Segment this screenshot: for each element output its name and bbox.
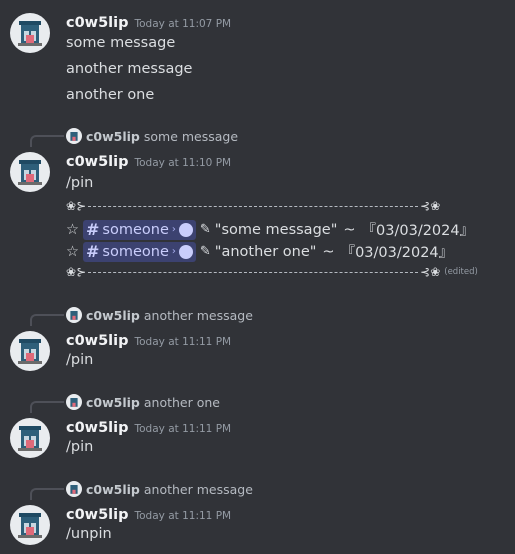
avatar[interactable] <box>10 418 50 458</box>
avatar[interactable] <box>10 152 50 192</box>
separator-top: ❀ ⊱ ⊰ ❀ <box>66 199 440 213</box>
star-icon: ☆ <box>66 243 79 260</box>
channel-mention[interactable]: # someone › <box>83 219 196 240</box>
channel-mention[interactable]: # someone › <box>83 241 196 262</box>
channel-name: someone <box>102 243 169 260</box>
username[interactable]: c0w5lip <box>66 333 129 349</box>
username[interactable]: c0w5lip <box>66 420 129 436</box>
reply-spine <box>30 401 64 413</box>
hook-icon: ⊰ <box>420 265 431 279</box>
message-text: /unpin <box>66 526 112 542</box>
pin-entry: ☆ # someone › ✎ "another one" ~ 『03/03/2… <box>66 241 453 262</box>
separator-bottom: ❀ ⊱ ⊰ ❀ (edited) <box>66 265 478 279</box>
reply-preview[interactable]: c0w5lip another message <box>66 481 253 497</box>
pencil-icon: ✎ <box>199 244 211 259</box>
pin-entry: ☆ # someone › ✎ "some message" ~ 『03/03/… <box>66 219 474 240</box>
reply-spine <box>30 314 64 326</box>
reply-avatar <box>66 128 82 144</box>
reply-username[interactable]: c0w5lip <box>86 129 140 144</box>
message-text: /pin <box>66 439 94 455</box>
thread-bubble-icon <box>178 222 193 237</box>
avatar[interactable] <box>10 505 50 545</box>
message-text: another one <box>66 87 155 103</box>
message-header: c0w5lip Today at 11:11 PM <box>66 504 231 523</box>
hook-icon: ⊰ <box>420 199 431 213</box>
star-icon: ☆ <box>66 221 79 238</box>
message-header: c0w5lip Today at 11:07 PM <box>66 12 231 31</box>
message-text: another message <box>66 61 193 77</box>
reply-username[interactable]: c0w5lip <box>86 308 140 323</box>
reply-username[interactable]: c0w5lip <box>86 395 140 410</box>
timestamp[interactable]: Today at 11:11 PM <box>135 423 232 435</box>
reply-avatar <box>66 481 82 497</box>
chevron-right-icon: › <box>171 246 176 257</box>
hook-icon: ⊱ <box>76 265 87 279</box>
reply-text[interactable]: another message <box>144 308 253 323</box>
reply-text[interactable]: another one <box>144 395 220 410</box>
pin-date: 『03/03/2024』 <box>361 223 475 239</box>
pin-text: "another one" <box>214 243 317 260</box>
chevron-right-icon: › <box>171 224 176 235</box>
pencil-icon: ✎ <box>199 222 211 237</box>
flower-icon: ❀ <box>430 265 441 279</box>
pin-tilde: ~ <box>343 221 356 238</box>
message-text: /pin <box>66 175 94 191</box>
message-header: c0w5lip Today at 11:10 PM <box>66 151 231 170</box>
message-header: c0w5lip Today at 11:11 PM <box>66 417 231 436</box>
message-group: c0w5lip Today at 11:07 PM some message an… <box>0 0 515 110</box>
timestamp[interactable]: Today at 11:11 PM <box>135 336 232 348</box>
message-text: /pin <box>66 352 94 368</box>
flower-icon: ❀ <box>66 265 77 279</box>
pin-tilde: ~ <box>322 243 335 260</box>
channel-name: someone <box>102 221 169 238</box>
reply-preview[interactable]: c0w5lip another one <box>66 394 220 410</box>
username[interactable]: c0w5lip <box>66 507 129 523</box>
message-header: c0w5lip Today at 11:11 PM <box>66 330 231 349</box>
hash-icon: # <box>86 220 100 239</box>
username[interactable]: c0w5lip <box>66 15 129 31</box>
message-text: some message <box>66 35 176 51</box>
dashed-line <box>88 271 419 273</box>
timestamp[interactable]: Today at 11:10 PM <box>135 157 232 169</box>
edited-label[interactable]: (edited) <box>444 267 478 277</box>
pin-date: 『03/03/2024』 <box>340 245 454 261</box>
reply-spine <box>30 488 64 500</box>
reply-text[interactable]: another message <box>144 482 253 497</box>
flower-icon: ❀ <box>430 199 441 213</box>
avatar[interactable] <box>10 331 50 371</box>
hash-icon: # <box>86 242 100 261</box>
hook-icon: ⊱ <box>76 199 87 213</box>
reply-username[interactable]: c0w5lip <box>86 482 140 497</box>
timestamp[interactable]: Today at 11:07 PM <box>135 18 232 30</box>
username[interactable]: c0w5lip <box>66 154 129 170</box>
reply-text[interactable]: some message <box>144 129 238 144</box>
reply-avatar <box>66 394 82 410</box>
reply-preview[interactable]: c0w5lip some message <box>66 128 238 144</box>
reply-spine <box>30 135 64 147</box>
flower-icon: ❀ <box>66 199 77 213</box>
avatar[interactable] <box>10 13 50 53</box>
timestamp[interactable]: Today at 11:11 PM <box>135 510 232 522</box>
thread-bubble-icon <box>178 244 193 259</box>
reply-preview[interactable]: c0w5lip another message <box>66 307 253 323</box>
dashed-line <box>88 205 419 207</box>
pin-text: "some message" <box>214 221 338 238</box>
reply-avatar <box>66 307 82 323</box>
